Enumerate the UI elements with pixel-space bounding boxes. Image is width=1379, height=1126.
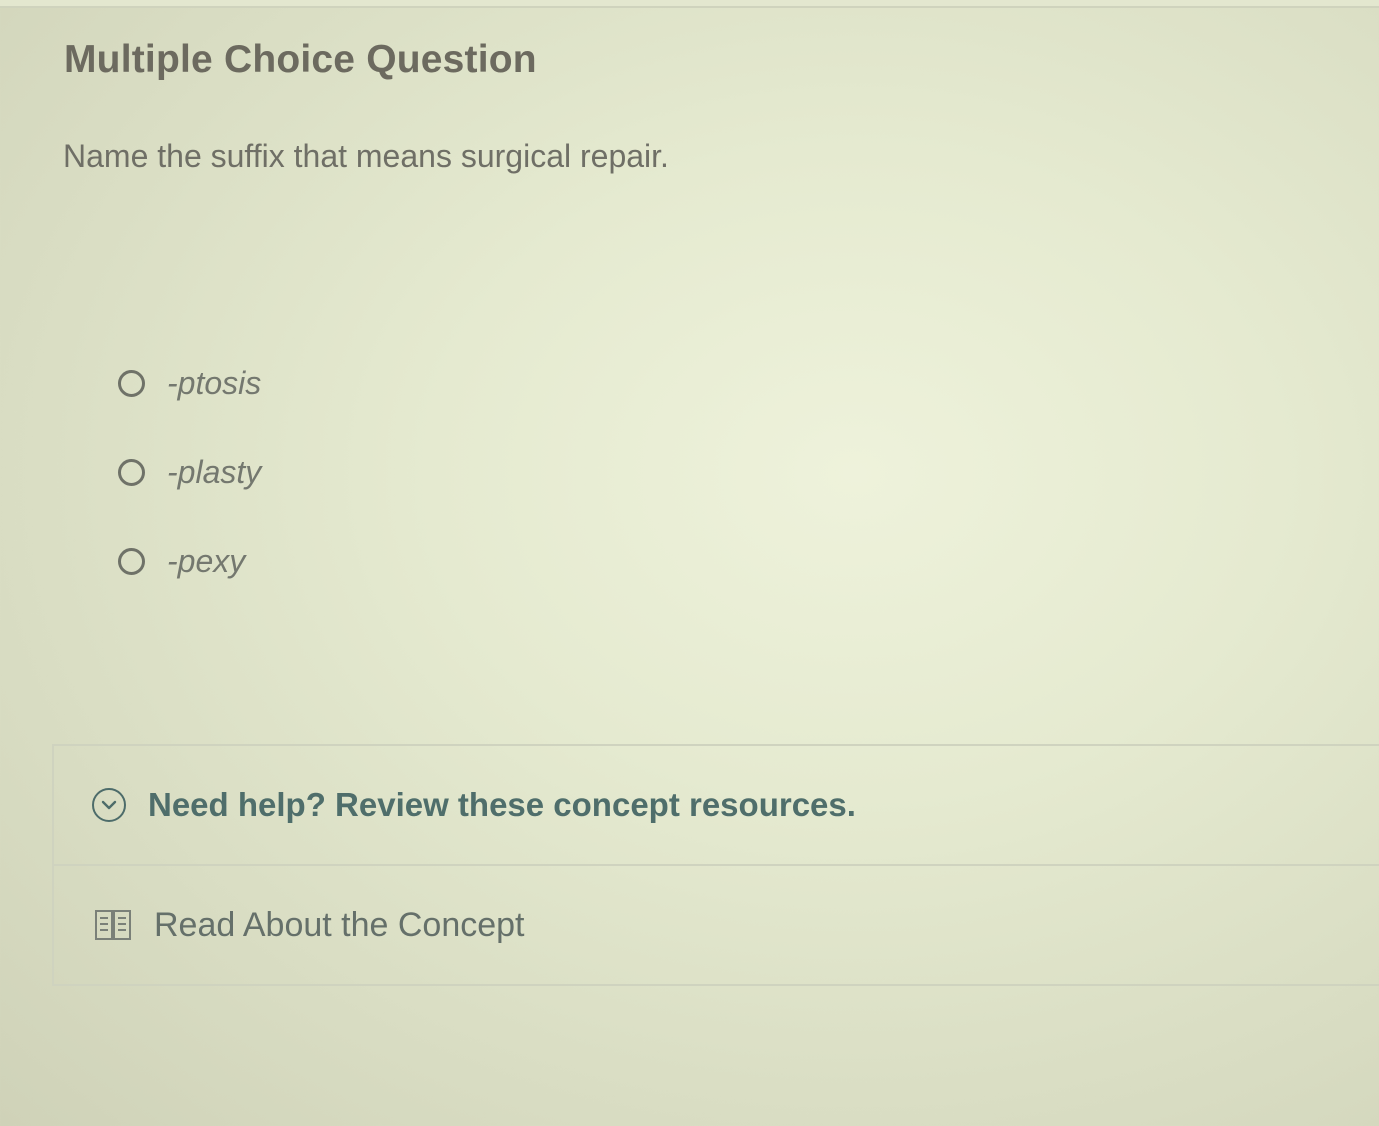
radio-button[interactable] (118, 458, 145, 486)
answer-option-label: -ptosis (167, 364, 262, 401)
radio-button[interactable] (118, 369, 145, 397)
answer-option-pexy[interactable]: -pexy (118, 534, 261, 588)
book-icon (94, 908, 132, 942)
read-about-concept-label: Read About the Concept (154, 905, 525, 944)
radio-button[interactable] (118, 547, 145, 575)
answer-option-plasty[interactable]: -plasty (118, 445, 261, 499)
concept-resources-panel: Need help? Review these concept resource… (52, 744, 1379, 986)
answer-option-label: -pexy (167, 542, 246, 579)
answer-option-ptosis[interactable]: -ptosis (118, 356, 261, 410)
top-divider (0, 0, 1379, 8)
concept-resources-title: Need help? Review these concept resource… (148, 786, 856, 823)
answer-option-label: -plasty (167, 453, 262, 490)
chevron-down-circle-icon[interactable] (92, 788, 126, 822)
question-prompt: Name the suffix that means surgical repa… (63, 138, 669, 174)
question-heading: Multiple Choice Question (64, 38, 537, 81)
read-about-concept-link[interactable]: Read About the Concept (54, 866, 1379, 984)
concept-resources-toggle[interactable]: Need help? Review these concept resource… (54, 746, 1379, 866)
answer-options: -ptosis -plasty -pexy (118, 356, 261, 623)
